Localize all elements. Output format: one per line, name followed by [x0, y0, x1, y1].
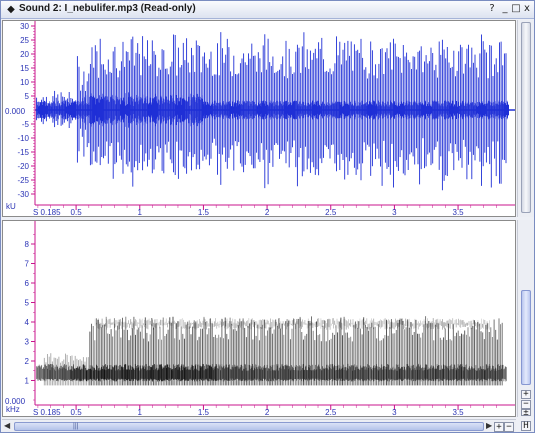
waveform-vertical-scrollbar[interactable]	[517, 20, 534, 217]
waveform-y-tick-label: -15	[17, 148, 29, 157]
spectrogram-scroll-thumb[interactable]	[521, 290, 531, 385]
waveform-selection-start-label: S 0.185	[33, 208, 61, 216]
spectrogram-axes: 8 7 6 5 4 3 2 1 0.5 1 1.5 2 2.5 3 3.5	[25, 221, 515, 416]
spectrogram-x-tick-label: 0.5	[71, 408, 83, 416]
waveform-x-tick-label: 3.5	[453, 208, 465, 216]
waveform-x-tick-label: 2	[265, 208, 270, 216]
waveform-y-tick-label: 25	[20, 36, 29, 45]
waveform-zero-label: 0.000	[5, 107, 26, 116]
spectrogram-x-tick-label: 3	[392, 408, 397, 416]
waveform-y-tick-label: -20	[17, 162, 29, 171]
spectrogram-vertical-scrollbar[interactable]: + − ±	[517, 220, 534, 418]
waveform-y-tick-label: -30	[17, 190, 29, 199]
waveform-unit-label: kU	[6, 202, 16, 211]
waveform-x-tick-label: 0.5	[71, 208, 83, 216]
horizontal-scroll-thumb[interactable]: |||	[14, 422, 484, 431]
waveform-y-tick-label: -10	[17, 134, 29, 143]
waveform-y-tick-label: -5	[22, 120, 30, 129]
spectrogram-x-tick-label: 1	[138, 408, 143, 416]
zoom-fit-button[interactable]: ±	[521, 409, 531, 418]
spectrogram-y-tick-label: 2	[25, 357, 30, 366]
spectrogram-zero-label: 0.000	[5, 397, 26, 406]
sound-window-icon[interactable]: ◆	[5, 4, 17, 16]
spectrogram-x-tick-label: 2.5	[325, 408, 337, 416]
zoom-in-button[interactable]: +	[521, 390, 531, 399]
waveform-y-tick-label: 30	[20, 22, 29, 31]
waveform-y-tick-label: 15	[20, 64, 29, 73]
waveform-y-tick-label: 20	[20, 50, 29, 59]
waveform-y-tick-label: -25	[17, 176, 29, 185]
waveform-x-tick-label: 1	[138, 208, 143, 216]
h-zoom-out-button[interactable]: −	[504, 422, 514, 432]
spectrogram-x-tick-label: 1.5	[198, 408, 210, 416]
title-bar[interactable]: ◆ Sound 2: I_nebulifer.mp3 (Read-only) ?…	[1, 1, 534, 19]
spectrogram-x-tick-label: 3.5	[453, 408, 465, 416]
spectrogram-unit-label: kHz	[6, 405, 20, 414]
waveform-scroll-thumb[interactable]	[521, 22, 531, 213]
waveform-view[interactable]: 30 25 20 15 10 5 -5 -10 -15 -20 -25 -30 0.5 1 1.5 2 2.5 3…	[2, 20, 516, 217]
waveform-y-tick-label: 10	[20, 78, 29, 87]
spectrogram-view[interactable]: 8 7 6 5 4 3 2 1 0.5 1 1.5 2 2.5 3 3.5 kHz 0.000 S 0.18…	[2, 220, 516, 417]
sound-window: ◆ Sound 2: I_nebulifer.mp3 (Read-only) ?…	[0, 0, 535, 433]
horizontal-scrollbar[interactable]: ◀ ||| ▶ + −	[2, 419, 516, 432]
spectrogram-y-tick-label: 4	[25, 318, 30, 327]
scroll-right-arrow-icon[interactable]: ▶	[486, 421, 492, 430]
waveform-signal	[35, 32, 515, 191]
spectrogram-x-tick-label: 2	[265, 408, 270, 416]
waveform-plot[interactable]: 30 25 20 15 10 5 -5 -10 -15 -20 -25 -30 0.5 1 1.5 2 2.5 3…	[3, 21, 515, 216]
window-title: Sound 2: I_nebulifer.mp3 (Read-only)	[19, 3, 196, 14]
waveform-x-tick-label: 3	[392, 208, 397, 216]
spectrogram-selection-start-label: S 0.185	[33, 408, 61, 416]
spectrogram-y-tick-label: 1	[25, 377, 30, 386]
waveform-x-tick-label: 1.5	[198, 208, 210, 216]
h-zoom-in-button[interactable]: +	[494, 422, 504, 432]
spectrogram-plot[interactable]: 8 7 6 5 4 3 2 1 0.5 1 1.5 2 2.5 3 3.5 kHz 0.000 S 0.18…	[3, 221, 515, 416]
waveform-y-tick-label: 5	[25, 92, 30, 101]
waveform-x-tick-label: 2.5	[325, 208, 337, 216]
spectrogram-y-tick-label: 3	[25, 338, 30, 347]
spectrogram-y-tick-label: 5	[25, 299, 30, 308]
close-button[interactable]: x	[521, 3, 533, 15]
spectrogram-y-tick-label: 8	[25, 240, 30, 249]
spectrogram-energy	[36, 316, 507, 386]
spectrogram-y-tick-label: 7	[25, 260, 30, 269]
spectrogram-y-tick-label: 6	[25, 279, 30, 288]
scroll-grip-icon: |||	[73, 423, 79, 430]
scroll-left-arrow-icon[interactable]: ◀	[4, 421, 10, 430]
help-button[interactable]: ?	[486, 3, 498, 15]
h-fit-button[interactable]: H	[521, 421, 531, 431]
